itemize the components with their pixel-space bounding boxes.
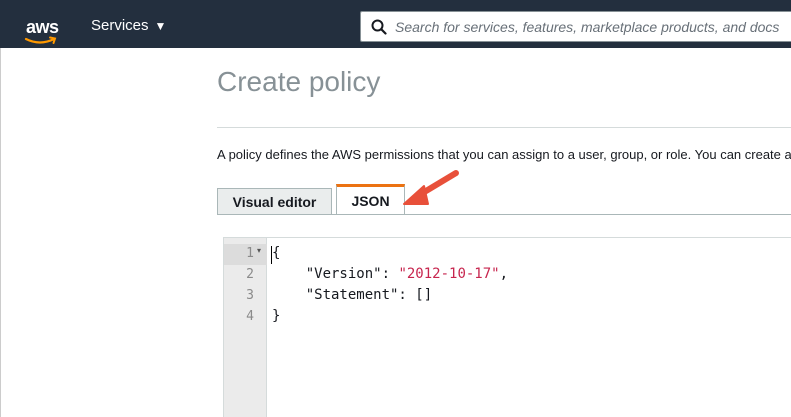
editor-gutter: 1 ▾ 2 3 4: [224, 238, 267, 417]
tab-json[interactable]: JSON: [336, 184, 405, 215]
aws-logo-text: aws: [26, 17, 59, 37]
code-line-4[interactable]: }: [272, 308, 280, 324]
tab-visual-editor[interactable]: Visual editor: [217, 188, 332, 214]
title-divider: [217, 127, 791, 128]
search-input[interactable]: [395, 12, 790, 41]
code-line-3[interactable]: "Statement": []: [272, 287, 432, 303]
line-number: 3: [246, 288, 254, 303]
line-number: 2: [246, 267, 254, 282]
page-left-border: [0, 48, 1, 417]
tabs-divider: [217, 214, 791, 215]
json-code-editor[interactable]: 1 ▾ 2 3 4 { "Version": "2012-10-17", "St…: [223, 237, 791, 417]
tab-json-label: JSON: [351, 193, 390, 209]
page-title: Create policy: [217, 66, 381, 97]
line-number: 1: [246, 246, 254, 261]
top-navigation-bar: aws Services ▼: [0, 0, 791, 48]
fold-arrow-icon[interactable]: ▾: [257, 246, 261, 255]
code-close-brace: }: [272, 308, 281, 324]
services-label: Services: [91, 17, 149, 34]
code-line-2[interactable]: "Version": "2012-10-17",: [272, 266, 508, 282]
policy-description: A policy defines the AWS permissions tha…: [217, 147, 791, 162]
annotation-arrow-icon: [403, 170, 459, 205]
aws-logo[interactable]: aws: [12, 8, 62, 44]
caret-down-icon: ▼: [154, 18, 167, 33]
line-number: 4: [246, 309, 254, 324]
code-open-brace: {: [272, 245, 281, 261]
code-line-1[interactable]: {: [272, 245, 280, 261]
tab-visual-editor-label: Visual editor: [232, 193, 317, 210]
aws-smile-icon: [24, 36, 57, 44]
services-menu[interactable]: Services ▼: [91, 17, 166, 34]
code-version-key: "Version":: [272, 266, 399, 282]
search-box[interactable]: [360, 11, 791, 42]
search-icon: [371, 19, 387, 35]
code-statement: "Statement": []: [272, 287, 433, 303]
code-comma: ,: [499, 266, 509, 282]
code-version-value: "2012-10-17": [398, 266, 500, 282]
